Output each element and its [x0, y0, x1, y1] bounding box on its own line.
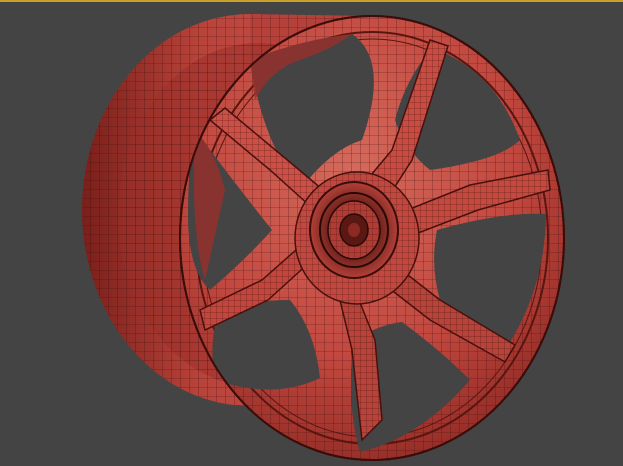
wheel-hub [294, 171, 420, 305]
3d-viewport[interactable] [0, 0, 623, 466]
wheel-rim-model[interactable] [0, 0, 623, 466]
